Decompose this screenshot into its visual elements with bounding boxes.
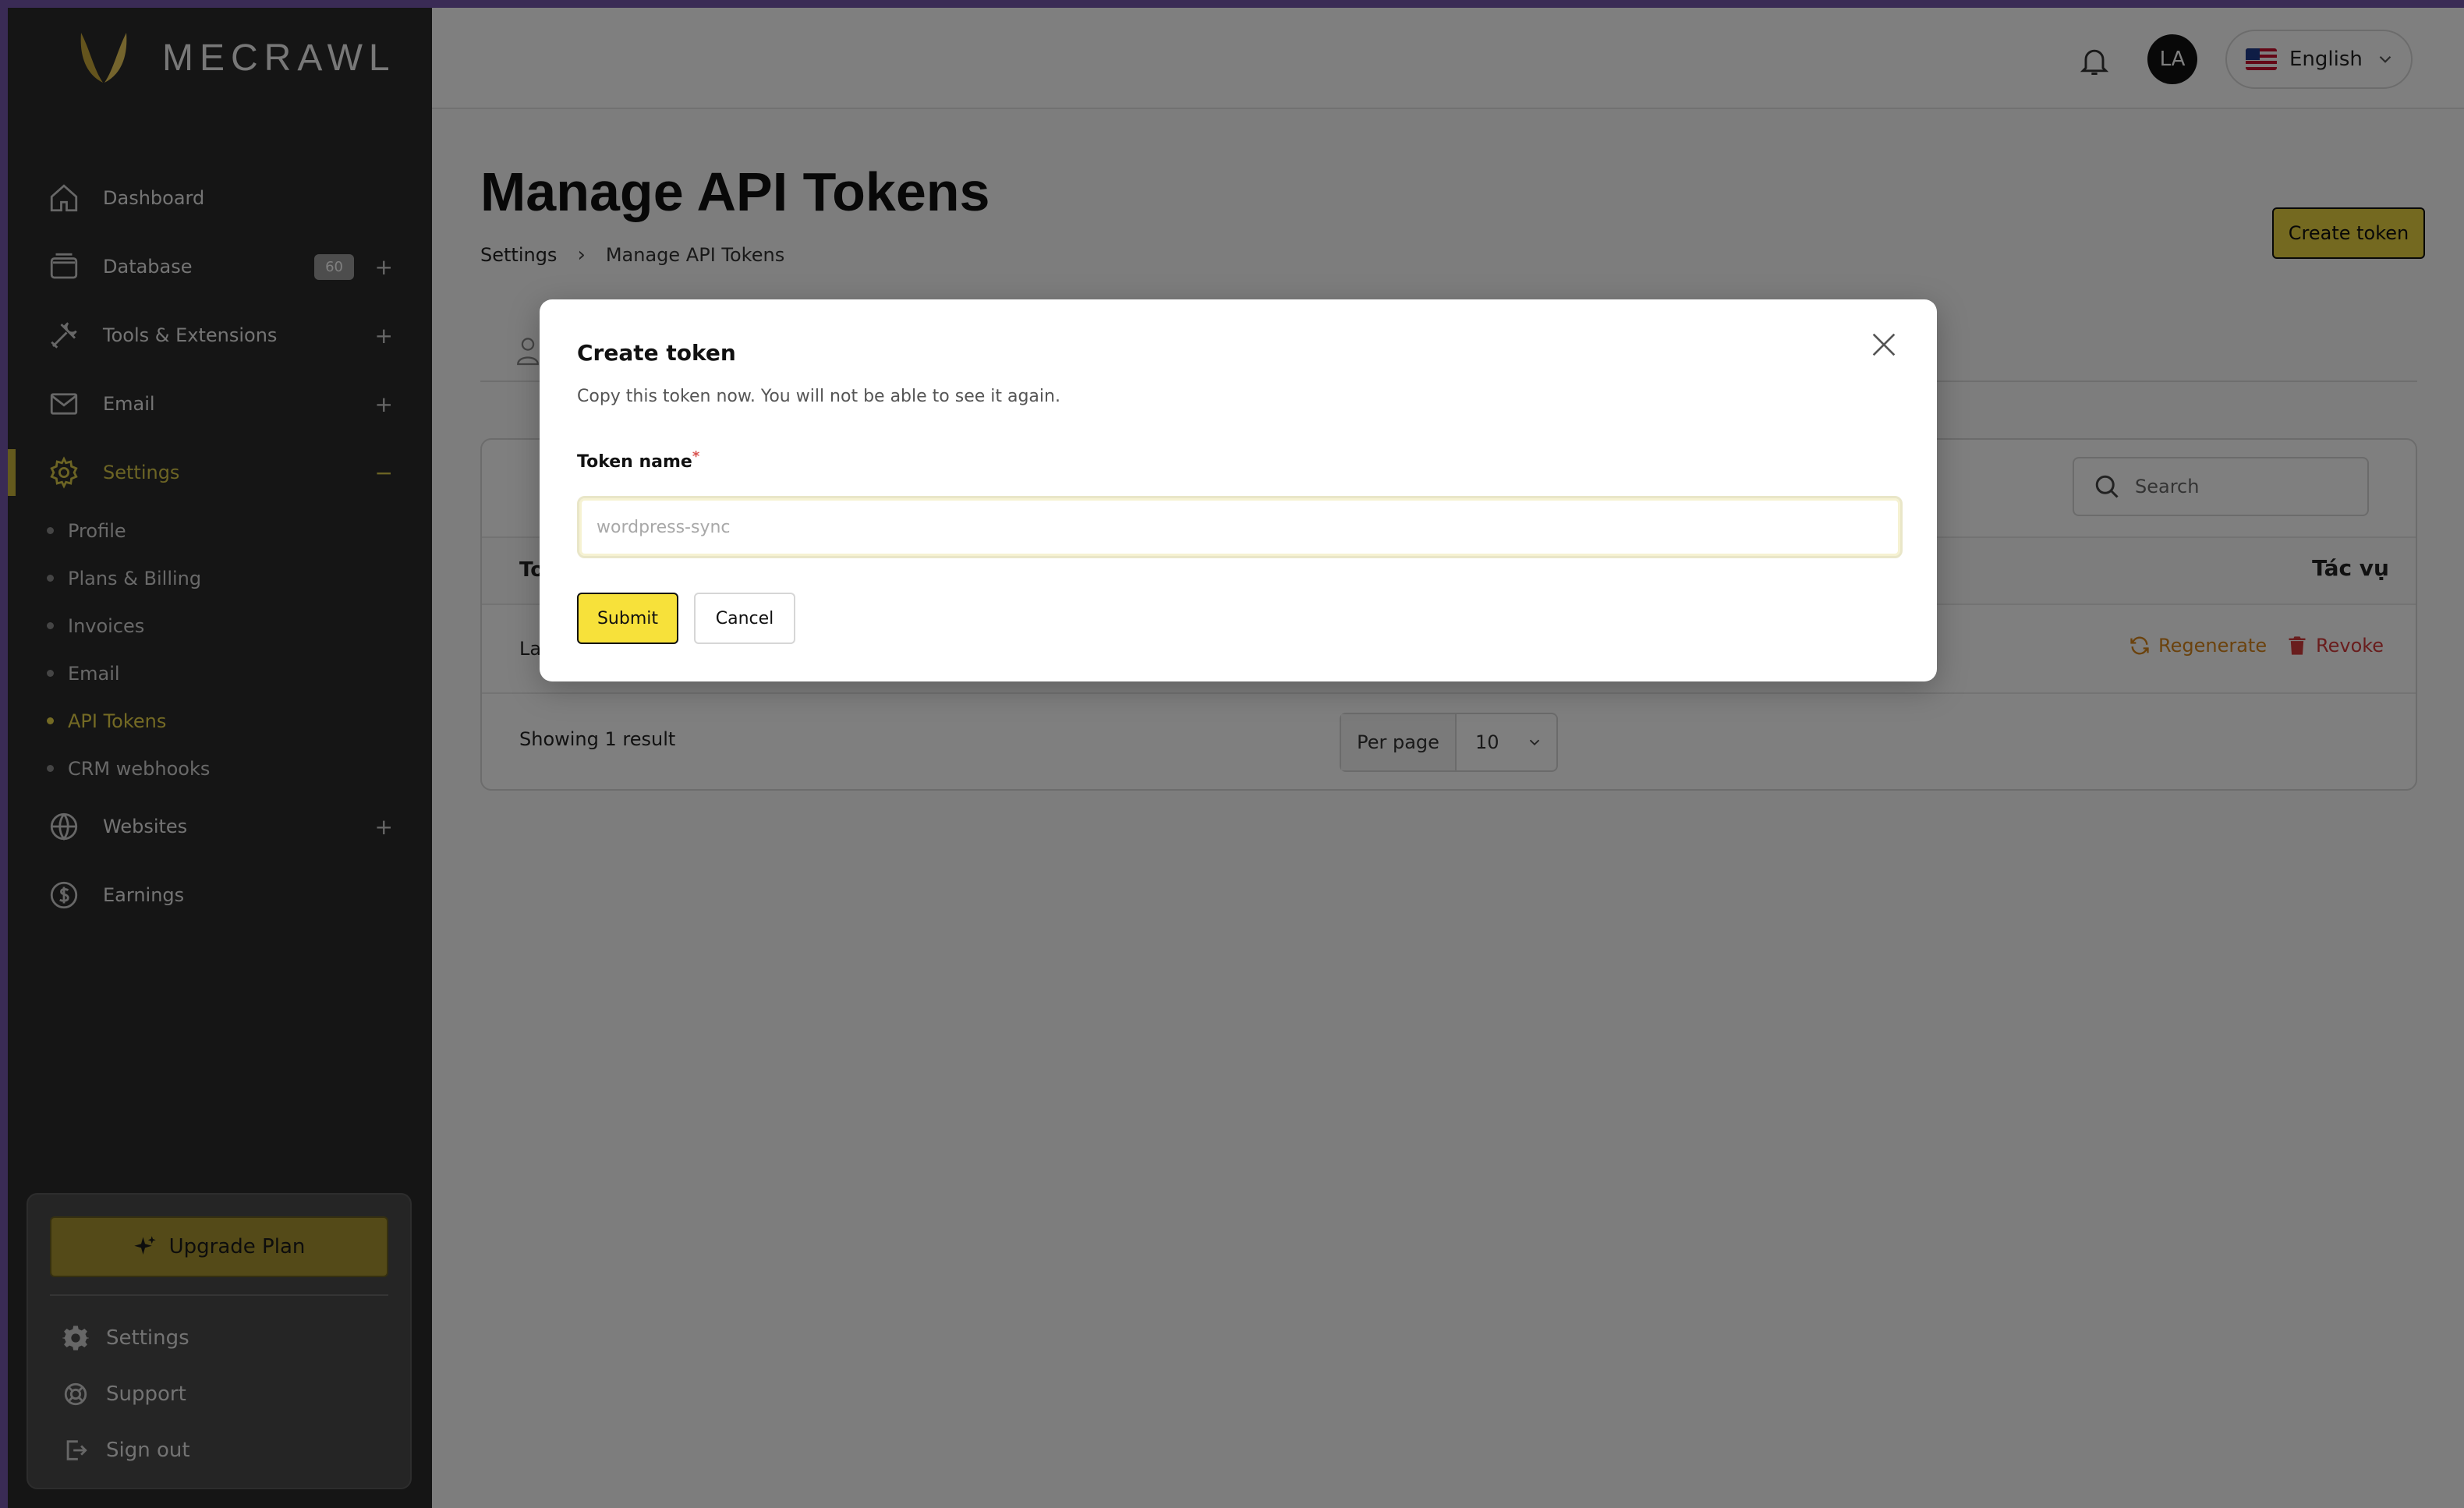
token-name-input[interactable]	[577, 496, 1903, 558]
submit-button[interactable]: Submit	[577, 593, 678, 644]
dialog-description: Copy this token now. You will not be abl…	[577, 387, 1060, 406]
required-mark: *	[692, 448, 700, 465]
modal-backdrop[interactable]	[8, 8, 2464, 1508]
create-token-dialog: Create token Copy this token now. You wi…	[540, 299, 1937, 681]
dialog-title: Create token	[577, 340, 736, 366]
token-name-label: Token name*	[577, 448, 699, 472]
cancel-button[interactable]: Cancel	[694, 593, 795, 644]
close-icon[interactable]	[1868, 329, 1899, 360]
token-name-label-text: Token name	[577, 452, 692, 472]
